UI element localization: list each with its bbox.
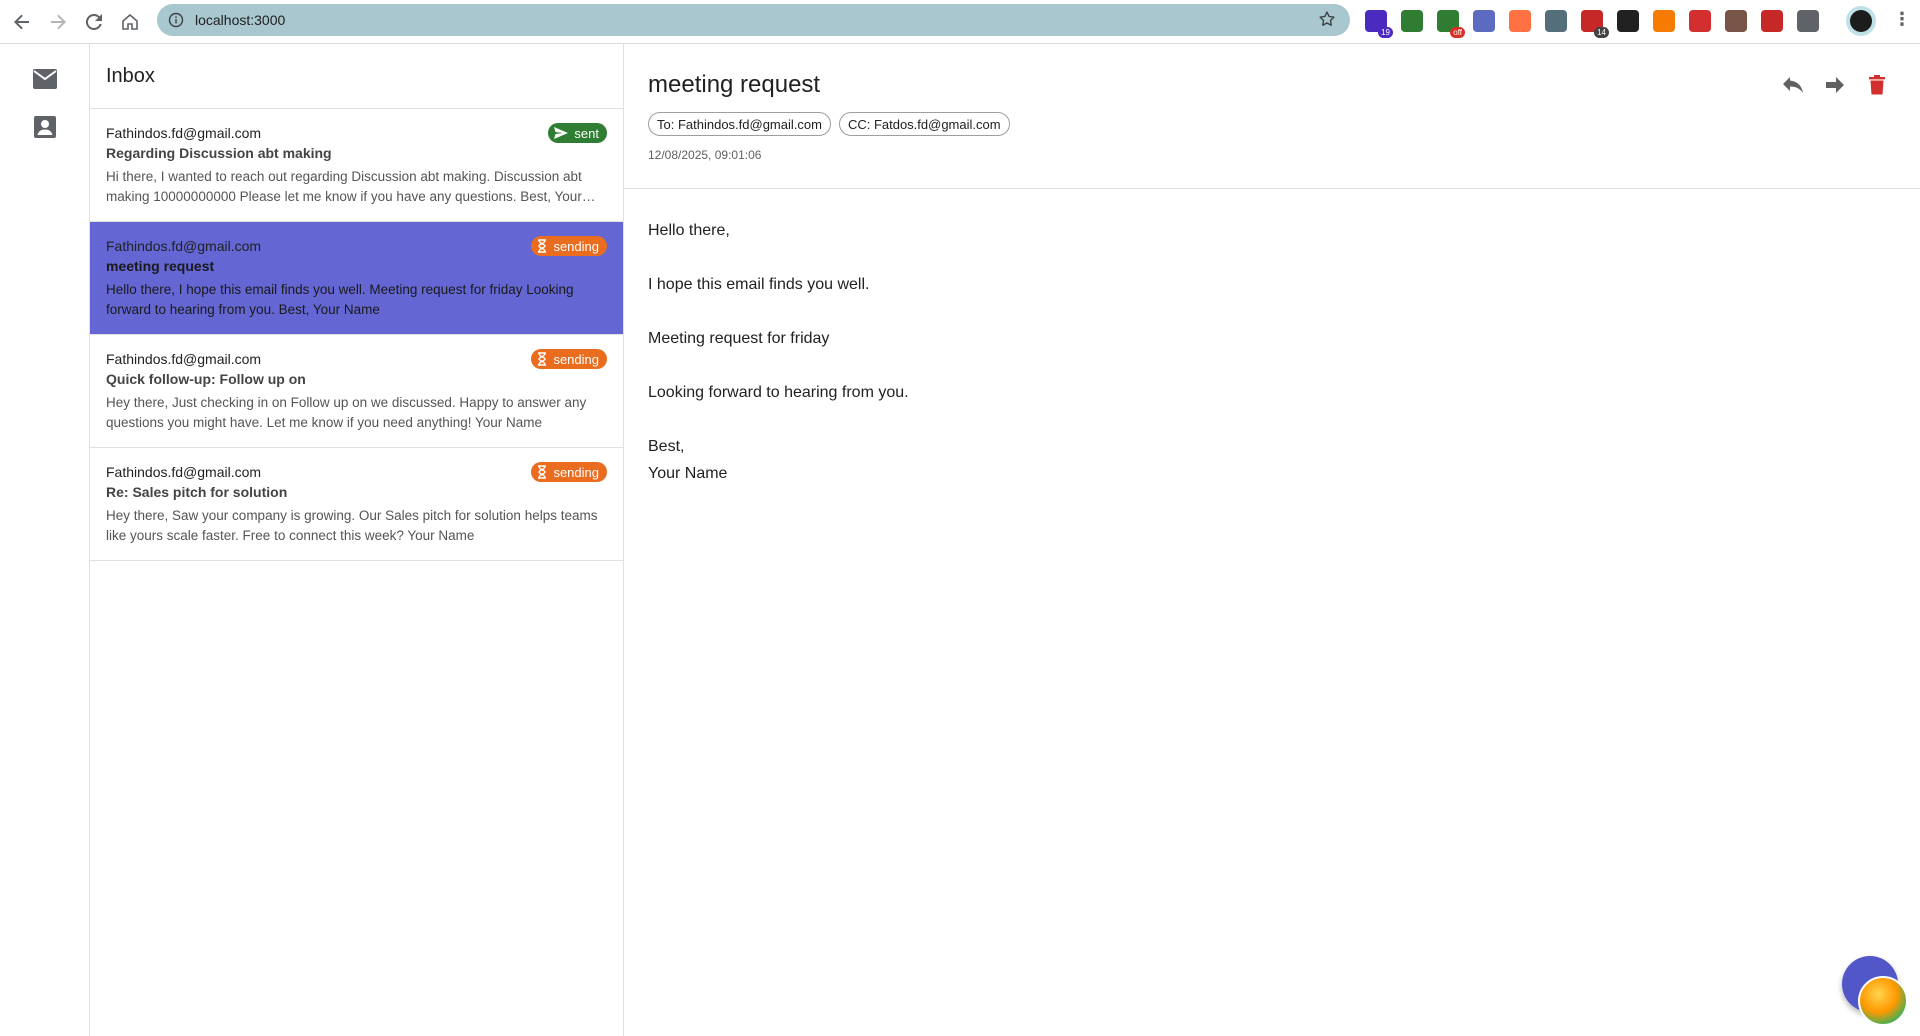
browser-menu-icon[interactable]: ⋮ bbox=[1893, 10, 1911, 28]
send-icon bbox=[554, 127, 569, 139]
status-badge: sent bbox=[548, 123, 607, 143]
mail-preview: Hey there, Saw your company is growing. … bbox=[106, 508, 598, 543]
shield-icon[interactable] bbox=[1401, 10, 1423, 32]
body-signoff: Best, bbox=[648, 438, 685, 455]
body-signature: Your Name bbox=[648, 465, 728, 482]
hourglass-icon bbox=[537, 239, 547, 253]
status-badge: sending bbox=[531, 349, 607, 369]
status-label: sent bbox=[574, 125, 599, 141]
forward-mail-button[interactable] bbox=[1822, 72, 1848, 98]
mail-preview: Hey there, Just checking in on Follow up… bbox=[106, 395, 587, 430]
hourglass-icon bbox=[537, 352, 547, 366]
extension-badge: off bbox=[1450, 27, 1465, 38]
bookmark-star-icon[interactable] bbox=[1318, 10, 1336, 33]
red-square-icon[interactable] bbox=[1689, 10, 1711, 32]
back-button[interactable] bbox=[4, 4, 40, 40]
extension-badge: 19 bbox=[1378, 27, 1393, 38]
status-label: sending bbox=[553, 351, 599, 367]
screenshot-icon[interactable] bbox=[1509, 10, 1531, 32]
mail-subject: Re: Sales pitch for solution bbox=[106, 484, 288, 500]
status-label: sending bbox=[553, 464, 599, 480]
mail-preview: Hi there, I wanted to reach out regardin… bbox=[106, 169, 582, 204]
cc-chip[interactable]: CC: Fatdos.fd@gmail.com bbox=[838, 112, 1010, 136]
url-text: localhost:3000 bbox=[195, 12, 286, 28]
body-line: Looking forward to hearing from you. bbox=[648, 384, 909, 401]
reload-button[interactable] bbox=[76, 4, 112, 40]
status-badge: sending bbox=[531, 236, 607, 256]
assistant-avatar-icon[interactable] bbox=[1858, 976, 1908, 1026]
profile-avatar[interactable] bbox=[1846, 6, 1876, 36]
body-line: I hope this email finds you well. bbox=[648, 276, 870, 293]
contacts-nav-button[interactable] bbox=[30, 112, 60, 142]
extensions-bar: 19 off 14 bbox=[1365, 6, 1833, 38]
mail-icon bbox=[33, 69, 57, 89]
mail-check-icon[interactable] bbox=[1761, 10, 1783, 32]
body-greeting: Hello there, bbox=[648, 222, 730, 239]
cart-icon[interactable]: off bbox=[1437, 10, 1465, 38]
mail-list-item[interactable]: Fathindos.fd@gmail.com meeting request Hel… bbox=[90, 222, 623, 335]
arrow-left-icon bbox=[14, 14, 29, 29]
signature-icon[interactable] bbox=[1617, 10, 1639, 32]
mail-nav-button[interactable] bbox=[30, 64, 60, 94]
extension-badge: 14 bbox=[1594, 27, 1609, 38]
forward-button[interactable] bbox=[40, 4, 76, 40]
site-info-icon[interactable] bbox=[167, 11, 185, 29]
status-label: sending bbox=[553, 238, 599, 254]
trash-icon bbox=[1869, 75, 1885, 95]
address-bar[interactable]: localhost:3000 bbox=[157, 4, 1350, 36]
nav-rail bbox=[0, 44, 90, 1036]
mail-subject: Quick follow-up: Follow up on bbox=[106, 371, 306, 387]
reply-icon bbox=[1783, 77, 1803, 93]
detail-subject: meeting request bbox=[648, 71, 821, 98]
delete-button[interactable] bbox=[1864, 72, 1890, 98]
puzzle-icon[interactable] bbox=[1797, 10, 1819, 32]
mail-list-item[interactable]: Fathindos.fd@gmail.com Re: Sales pitch fo… bbox=[90, 448, 623, 561]
detail-timestamp: 12/08/2025, 09:01:06 bbox=[648, 148, 762, 162]
status-badge: sending bbox=[531, 462, 607, 482]
mail-list-pane: Inbox Fathindos.fd@gmail.com Regarding Di… bbox=[90, 44, 624, 1036]
mail-preview: Hello there, I hope this email finds you… bbox=[106, 282, 574, 317]
mail-list: Fathindos.fd@gmail.com Regarding Discussi… bbox=[90, 109, 623, 561]
mail-detail-header: meeting request To: Fathindos.fd@gmail.c… bbox=[624, 44, 1920, 189]
graduation-cap-icon[interactable]: 19 bbox=[1365, 10, 1393, 38]
fox-icon[interactable] bbox=[1653, 10, 1675, 32]
contact-icon bbox=[34, 116, 56, 138]
reload-icon bbox=[86, 13, 102, 30]
mail-body: Hello there, I hope this email finds you… bbox=[624, 189, 1920, 515]
mail-from: Fathindos.fd@gmail.com bbox=[106, 125, 262, 141]
reply-button[interactable] bbox=[1780, 72, 1806, 98]
browser-toolbar: localhost:3000 19 off 14 ⋮ bbox=[0, 0, 1920, 44]
translate-icon[interactable] bbox=[1473, 10, 1495, 32]
hourglass-icon bbox=[537, 465, 547, 479]
inbox-title: Inbox bbox=[90, 44, 623, 109]
home-icon bbox=[122, 13, 138, 30]
forward-icon bbox=[1826, 77, 1844, 93]
arrow-right-icon bbox=[51, 14, 66, 29]
at-sign-icon[interactable] bbox=[1545, 10, 1567, 32]
calendar-icon[interactable]: 14 bbox=[1581, 10, 1609, 38]
mail-list-item[interactable]: Fathindos.fd@gmail.com Quick follow-up: F… bbox=[90, 335, 623, 448]
cookie-icon[interactable] bbox=[1725, 10, 1747, 32]
mail-subject: Regarding Discussion abt making bbox=[106, 145, 332, 161]
mail-detail-pane: meeting request To: Fathindos.fd@gmail.c… bbox=[624, 44, 1920, 1036]
to-chip[interactable]: To: Fathindos.fd@gmail.com bbox=[648, 112, 831, 136]
home-button[interactable] bbox=[112, 4, 148, 40]
mail-list-item[interactable]: Fathindos.fd@gmail.com Regarding Discussi… bbox=[90, 109, 623, 222]
body-line: Meeting request for friday bbox=[648, 330, 830, 347]
mail-subject: meeting request bbox=[106, 258, 215, 274]
